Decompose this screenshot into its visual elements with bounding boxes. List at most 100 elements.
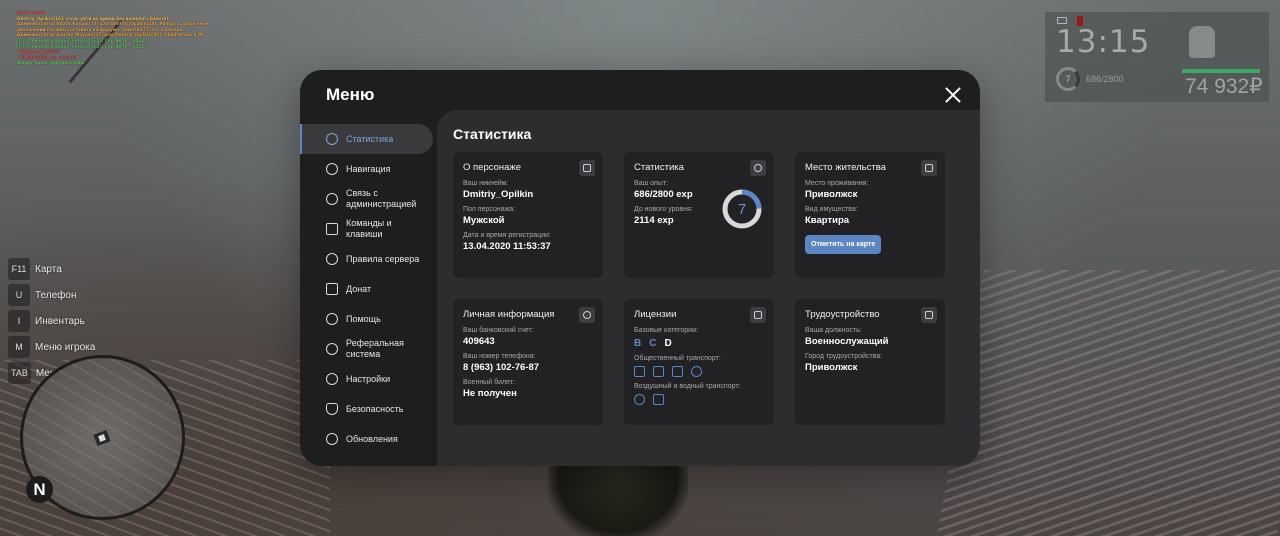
sidebar-item-help[interactable]: Помощь bbox=[300, 304, 433, 334]
license-icon bbox=[750, 307, 766, 323]
key-hint-phone: U Телефон bbox=[8, 282, 142, 308]
public-transport-icons bbox=[634, 366, 764, 377]
property-value: Квартира bbox=[805, 215, 850, 226]
sidebar-item-statistics[interactable]: Статистика bbox=[300, 124, 433, 154]
key-label: Меню игрока bbox=[35, 341, 96, 353]
key-hint-map: F11 Карта bbox=[8, 256, 142, 282]
key-label: Карта bbox=[35, 263, 62, 275]
bank-value: 409643 bbox=[463, 336, 495, 347]
property-label: Вид имущества: bbox=[805, 206, 858, 213]
menu-title: Меню bbox=[326, 85, 375, 104]
key-cap: M bbox=[8, 336, 30, 358]
user-circle-icon bbox=[579, 307, 595, 323]
trolleybus-icon bbox=[653, 366, 664, 377]
work-city-value: Приволжск bbox=[805, 362, 858, 373]
air-water-label: Воздушный и водный транспорт: bbox=[634, 383, 741, 390]
card-personal-info: Личная информация Ваш банковский счет: 4… bbox=[453, 299, 603, 425]
nickname-value: Dmitriy_Opilkin bbox=[463, 189, 534, 200]
pie-chart-icon bbox=[326, 133, 338, 145]
health-bar-fill bbox=[1182, 69, 1260, 73]
key-hint-inventory: I Инвентарь bbox=[8, 308, 142, 334]
sidebar-item-label: Правила сервера bbox=[346, 253, 420, 264]
card-licenses: Лицензии Базовые категории: B C D Общест… bbox=[624, 299, 774, 425]
card-statistics: Статистика Ваш опыт: 686/2800 exp До нов… bbox=[624, 152, 774, 278]
boat-icon bbox=[653, 394, 664, 405]
sidebar-item-label: Реферальная система bbox=[346, 338, 404, 359]
work-city-label: Город трудоустройства: bbox=[805, 353, 883, 360]
residence-label: Место проживания: bbox=[805, 180, 869, 187]
bank-label: Ваш банковский счет: bbox=[463, 327, 534, 334]
bus-icon bbox=[634, 366, 645, 377]
key-label: Телефон bbox=[35, 289, 77, 301]
sex-label: Пол персонажа: bbox=[463, 206, 516, 213]
background-roof bbox=[936, 270, 1280, 536]
sidebar-item-label: Помощь bbox=[346, 313, 381, 324]
air-water-icons bbox=[634, 394, 764, 405]
registration-label: Дата и время регистрации: bbox=[463, 232, 551, 239]
document-icon bbox=[326, 223, 338, 235]
metro-icon bbox=[691, 366, 702, 377]
public-transport-label: Общественный транспорт: bbox=[634, 355, 721, 362]
sidebar-item-rules[interactable]: Правила сервера bbox=[300, 244, 433, 274]
key-cap: I bbox=[8, 310, 30, 332]
shield-icon bbox=[326, 403, 338, 415]
sidebar-item-referral[interactable]: Реферальная система bbox=[300, 334, 410, 364]
level-number: 7 bbox=[737, 200, 747, 218]
hammer-icon bbox=[921, 307, 937, 323]
card-residence: Место жительства Место проживания: Приво… bbox=[795, 152, 945, 278]
card-character: О персонаже Ваш никнейм: Dmitriy_Opilkin… bbox=[453, 152, 603, 278]
chat-line: Alexey_Loew: был разогнан. bbox=[17, 60, 86, 66]
clock-icon bbox=[750, 160, 766, 176]
home-icon bbox=[921, 160, 937, 176]
sidebar-item-label: Статистика bbox=[346, 133, 394, 144]
military-value: Не получен bbox=[463, 388, 517, 399]
card-title: Трудоустройство bbox=[805, 309, 880, 320]
wallet-icon bbox=[326, 283, 338, 295]
hud-time: 13:15 bbox=[1056, 24, 1151, 60]
panel-title: Статистика bbox=[453, 126, 532, 142]
player-marker-icon bbox=[93, 429, 111, 447]
statistics-panel: Статистика О персонаже Ваш никнейм: Dmit… bbox=[437, 110, 980, 466]
mark-on-map-button[interactable]: Отметить на карте bbox=[805, 235, 882, 254]
key-cap: U bbox=[8, 284, 30, 306]
card-title: Статистика bbox=[634, 162, 684, 173]
sidebar-item-commands[interactable]: Команды и клавиши bbox=[300, 214, 410, 244]
gear-icon bbox=[326, 373, 338, 385]
sidebar-item-label: Связь с администрацией bbox=[346, 188, 417, 209]
nickname-label: Ваш никнейм: bbox=[463, 180, 509, 187]
sidebar-item-donate[interactable]: Донат bbox=[300, 274, 433, 304]
position-label: Ваша должность: bbox=[805, 327, 862, 334]
card-title: Личная информация bbox=[463, 309, 555, 320]
card-title: Лицензии bbox=[634, 309, 677, 320]
key-cap: TAB bbox=[8, 362, 31, 384]
tram-icon bbox=[672, 366, 683, 377]
hud-level: 7 bbox=[1056, 67, 1080, 91]
sidebar-item-navigation[interactable]: Навигация bbox=[300, 154, 433, 184]
plane-icon bbox=[634, 394, 645, 405]
sidebar-item-label: Команды и клавиши bbox=[346, 218, 392, 239]
scales-icon bbox=[326, 253, 338, 265]
exp-label: Ваш опыт: bbox=[634, 180, 668, 187]
headset-icon bbox=[326, 193, 338, 205]
hud-exp: 686/2800 bbox=[1086, 74, 1124, 84]
health-bar bbox=[1182, 69, 1260, 73]
residence-value: Приволжск bbox=[805, 189, 858, 200]
sidebar: Статистика Навигация Связь с администрац… bbox=[300, 124, 433, 454]
sidebar-item-label: Навигация bbox=[346, 163, 391, 174]
sex-value: Мужской bbox=[463, 215, 505, 226]
phone-label: Ваш номер телефона: bbox=[463, 353, 536, 360]
key-hint-player-menu: M Меню игрока bbox=[8, 334, 142, 360]
hud-money: 74 932₽ bbox=[1185, 75, 1263, 98]
sidebar-item-security[interactable]: Безопасность bbox=[300, 394, 433, 424]
sidebar-item-label: Настройки bbox=[346, 373, 391, 384]
sidebar-item-label: Обновления bbox=[346, 433, 398, 444]
close-button[interactable] bbox=[944, 86, 962, 104]
sidebar-item-settings[interactable]: Настройки bbox=[300, 364, 433, 394]
position-value: Военнослужащий bbox=[805, 336, 889, 347]
hud-panel: 13:15 7 686/2800 74 932₽ bbox=[1045, 12, 1269, 102]
sidebar-item-updates[interactable]: Обновления bbox=[300, 424, 433, 454]
sidebar-item-contact-admin[interactable]: Связь с администрацией bbox=[300, 184, 420, 214]
level-ring: 7 bbox=[721, 188, 763, 230]
military-label: Военный билет: bbox=[463, 379, 515, 386]
user-icon bbox=[579, 160, 595, 176]
